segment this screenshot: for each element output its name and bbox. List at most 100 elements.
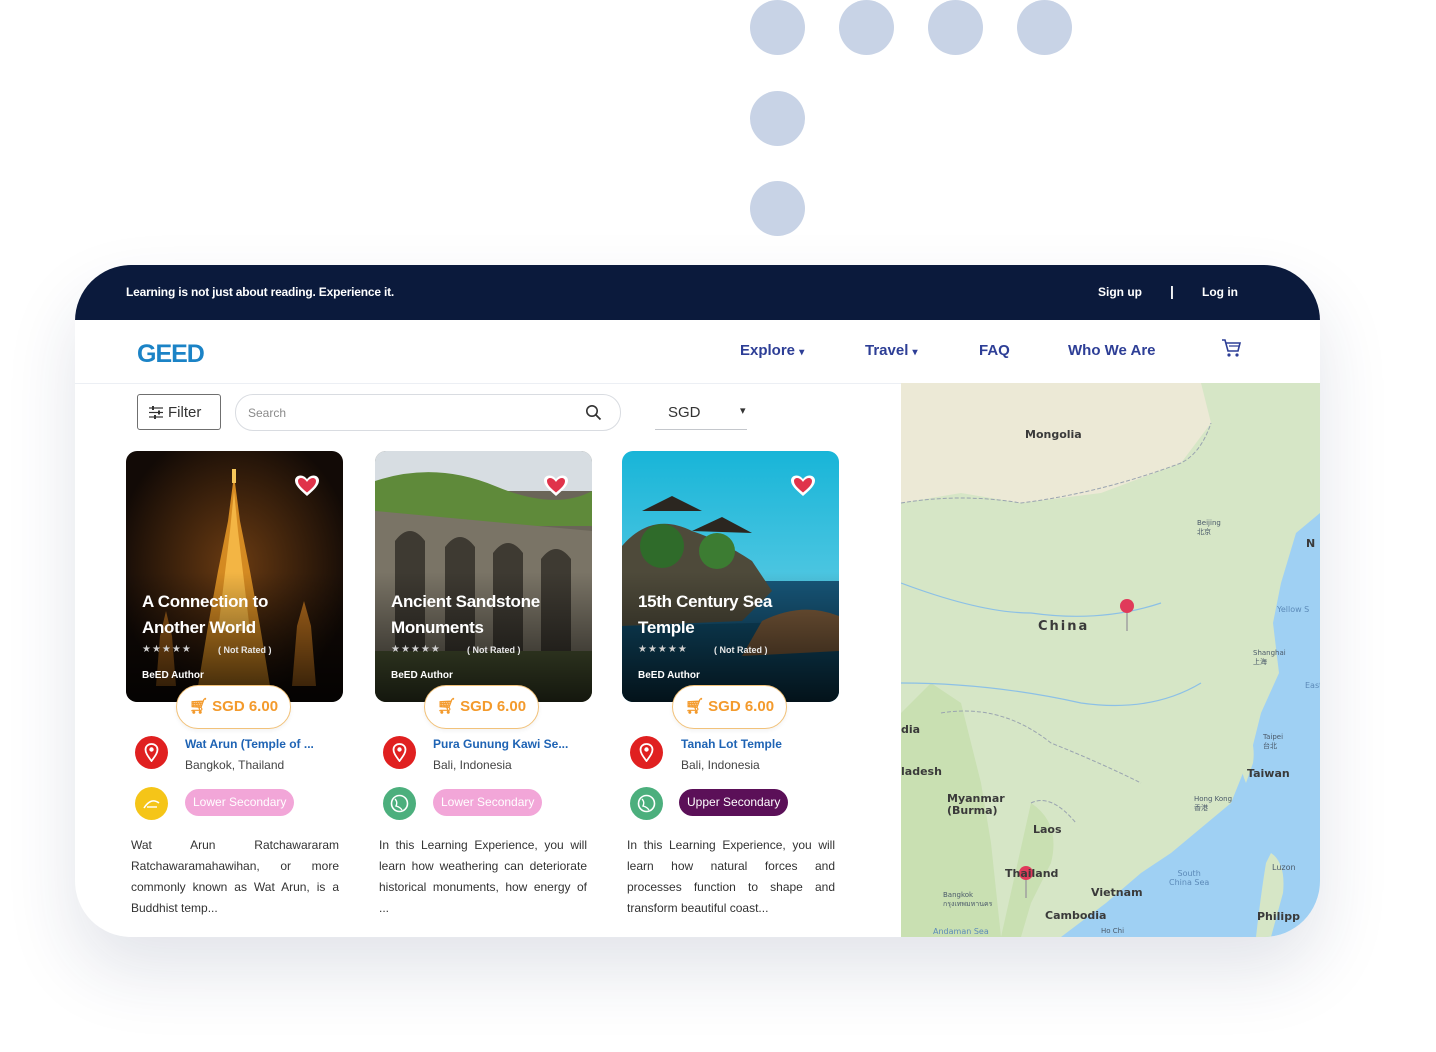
map-label-taiwan: Taiwan: [1247, 767, 1290, 780]
decorative-dot: [1017, 0, 1072, 55]
map-label-china: China: [1038, 619, 1090, 634]
map-label-ho-chi-minh: Ho Chi: [1101, 927, 1125, 935]
map-label-bangladesh: ladesh: [901, 765, 942, 778]
currency-value: SGD: [668, 404, 701, 421]
cart-icon: 🛒︎: [684, 698, 704, 715]
location-text: Bali, Indonesia: [433, 758, 512, 772]
map-label-myanmar: Myanmar (Burma): [947, 792, 1005, 817]
decorative-dot: [750, 181, 805, 236]
map-label-east-sea: East: [1305, 681, 1320, 690]
map-label-yellow-sea: Yellow S: [1277, 605, 1310, 614]
star-rating-icon: ★★★★★: [391, 644, 441, 655]
nav-travel-label: Travel: [865, 342, 909, 359]
map-label-taipei: Taipei 台北: [1263, 733, 1284, 750]
map-label-laos: Laos: [1033, 823, 1062, 836]
tagline: Learning is not just about reading. Expe…: [126, 285, 395, 299]
price-button[interactable]: 🛒︎ SGD 6.00: [424, 685, 539, 729]
search-placeholder: Search: [248, 406, 287, 420]
browser-window: Learning is not just about reading. Expe…: [75, 265, 1320, 937]
map-panel[interactable]: Mongolia China N dia ladesh Myanmar (Bur…: [901, 383, 1320, 937]
map-label-vietnam: Vietnam: [1091, 886, 1143, 899]
star-rating-icon: ★★★★★: [142, 644, 192, 655]
nav-faq[interactable]: FAQ: [979, 342, 1010, 359]
experience-card[interactable]: Ancient Sandstone Monuments ★★★★★ ( Not …: [375, 451, 592, 702]
login-link[interactable]: Log in: [1202, 285, 1238, 299]
price-label: SGD 6.00: [460, 698, 527, 715]
price-button[interactable]: 🛒︎ SGD 6.00: [672, 685, 787, 729]
decorative-dot: [750, 0, 805, 55]
price-label: SGD 6.00: [708, 698, 775, 715]
map-label-andaman-sea: Andaman Sea: [933, 927, 989, 936]
nav-explore[interactable]: Explore ▾: [740, 342, 804, 359]
subject-globe-icon: [630, 787, 663, 820]
map-label-hong-kong: Hong Kong 香港: [1194, 795, 1233, 812]
star-rating-icon: ★★★★★: [638, 644, 688, 655]
map-label-cambodia: Cambodia: [1045, 909, 1107, 922]
chevron-down-icon: ▾: [912, 347, 918, 358]
location-name-link[interactable]: Pura Gunung Kawi Se...: [433, 737, 568, 751]
location-name-link[interactable]: Tanah Lot Temple: [681, 737, 782, 751]
currency-select[interactable]: SGD ▾: [655, 394, 747, 430]
nav-bar: GEED Explore ▾ Travel ▾ FAQ Who We Are: [75, 320, 1320, 384]
heart-icon[interactable]: [293, 474, 321, 498]
subject-science-icon: [135, 787, 168, 820]
rating-text: ( Not Rated ): [218, 645, 272, 655]
map-label-bangkok: Bangkok กรุงเทพมหานคร: [943, 891, 993, 908]
nav-travel[interactable]: Travel ▾: [865, 342, 918, 359]
signup-link[interactable]: Sign up: [1098, 285, 1142, 299]
card-title: A Connection to Another World: [142, 592, 269, 637]
experience-card[interactable]: A Connection to Another World ★★★★★ ( No…: [126, 451, 343, 702]
map-label-india: dia: [901, 723, 921, 736]
top-bar: Learning is not just about reading. Expe…: [75, 265, 1320, 320]
cart-icon: 🛒︎: [436, 698, 456, 715]
card-title: 15th Century Sea Temple: [638, 592, 773, 637]
level-badge: Lower Secondary: [433, 789, 543, 816]
sliders-icon: [149, 406, 163, 419]
search-icon[interactable]: [585, 404, 602, 421]
search-input[interactable]: Search: [235, 394, 621, 431]
price-button[interactable]: 🛒︎ SGD 6.00: [176, 685, 291, 729]
decorative-dot: [839, 0, 894, 55]
filter-button[interactable]: Filter: [137, 394, 221, 430]
chevron-down-icon: ▾: [740, 405, 746, 417]
experience-card[interactable]: 15th Century Sea Temple ★★★★★ ( Not Rate…: [622, 451, 839, 702]
location-pin-icon: [383, 736, 416, 769]
map-label-shanghai: Shanghai 上海: [1253, 649, 1286, 666]
logo[interactable]: GEED: [137, 340, 205, 369]
location-text: Bangkok, Thailand: [185, 758, 285, 772]
level-badge: Lower Secondary: [185, 789, 295, 816]
price-label: SGD 6.00: [212, 698, 279, 715]
map-label-mongolia: Mongolia: [1025, 428, 1082, 441]
cart-icon[interactable]: [1220, 337, 1242, 359]
map-label-philippines: Philipp: [1257, 910, 1300, 923]
map-label-south-china-sea: South China Sea: [1169, 869, 1210, 887]
card-author: BeED Author: [142, 670, 204, 681]
separator: |: [1170, 283, 1174, 299]
card-description: In this Learning Experience, you will le…: [627, 838, 835, 915]
decorative-dot: [928, 0, 983, 55]
card-description: Wat Arun Ratchawararam Ratchawaramahawih…: [131, 838, 339, 915]
rating-text: ( Not Rated ): [467, 645, 521, 655]
card-description: In this Learning Experience, you will le…: [379, 838, 587, 915]
level-badge: Upper Secondary: [679, 789, 789, 816]
location-pin-icon: [135, 736, 168, 769]
card-title: Ancient Sandstone Monuments: [391, 592, 540, 637]
card-author: BeED Author: [638, 670, 700, 681]
nav-who-we-are[interactable]: Who We Are: [1068, 342, 1156, 359]
filter-label: Filter: [168, 404, 202, 421]
location-pin-icon: [630, 736, 663, 769]
chevron-down-icon: ▾: [799, 347, 805, 358]
nav-explore-label: Explore: [740, 342, 796, 359]
location-text: Bali, Indonesia: [681, 758, 760, 772]
map-label-beijing: Beijing 北京: [1197, 519, 1221, 536]
location-name-link[interactable]: Wat Arun (Temple of ...: [185, 737, 314, 751]
cart-icon: 🛒︎: [188, 698, 208, 715]
heart-icon[interactable]: [789, 474, 817, 498]
map-label-luzon: Luzon: [1272, 863, 1296, 872]
map-label-thailand: Thailand: [1005, 867, 1059, 880]
heart-icon[interactable]: [542, 474, 570, 498]
map-label-north-korea: N: [1306, 537, 1316, 550]
subject-globe-icon: [383, 787, 416, 820]
decorative-dot: [750, 91, 805, 146]
rating-text: ( Not Rated ): [714, 645, 768, 655]
